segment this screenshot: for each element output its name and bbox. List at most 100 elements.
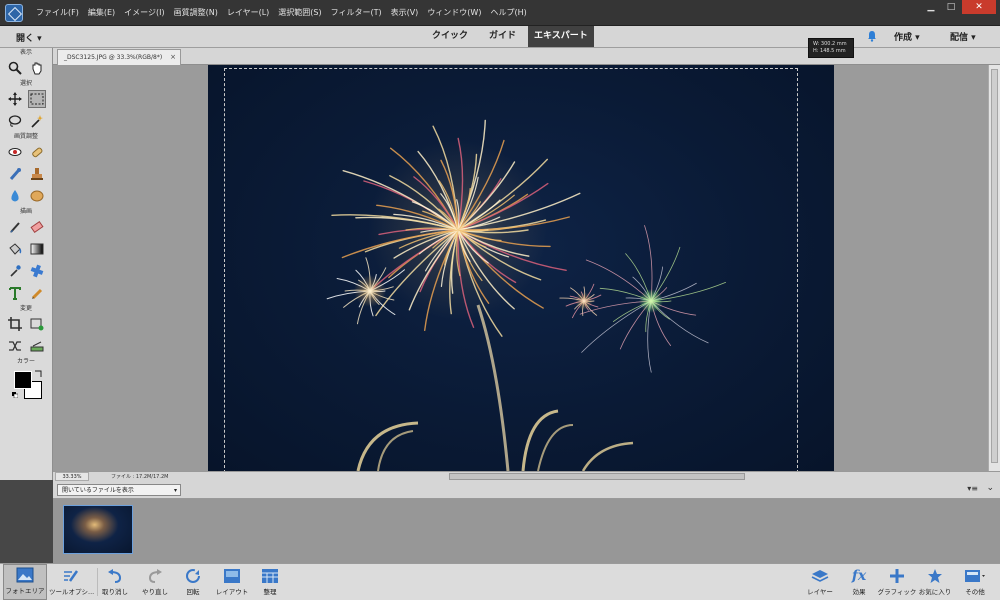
section-color: カラー [16, 358, 35, 365]
open-button[interactable]: 開く ▾ [16, 31, 42, 44]
horizontal-scrollbar-thumb[interactable] [449, 473, 745, 480]
photo-area-icon [16, 567, 34, 583]
fireworks-photo[interactable] [208, 65, 834, 471]
straighten-tool-icon[interactable] [28, 337, 46, 355]
chevron-down-icon: ▾ [971, 33, 976, 43]
more-panels-icon [965, 570, 985, 582]
organizer-button[interactable]: 整理 [248, 566, 292, 596]
menu-layer[interactable]: レイヤー(L) [227, 7, 269, 18]
brush-tool-icon[interactable] [6, 218, 24, 236]
zoom-tool-icon[interactable] [6, 59, 24, 77]
clone-stamp-icon[interactable] [28, 165, 46, 183]
scrollbar-thumb[interactable] [991, 69, 998, 463]
menu-view[interactable]: 表示(V) [391, 7, 419, 18]
crop-tool-icon[interactable] [6, 315, 24, 333]
app-logo-icon[interactable] [5, 4, 23, 22]
blur-tool-icon[interactable] [6, 187, 24, 205]
organizer-label: 整理 [263, 588, 277, 596]
eraser-tool-icon[interactable] [28, 218, 46, 236]
undo-label: 取り消し [102, 588, 128, 596]
menu-enhance[interactable]: 画質調整(N) [174, 7, 218, 18]
dimension-tooltip: W: 300.2 mm H: 148.5 mm [808, 38, 854, 58]
foreground-color-swatch[interactable] [14, 371, 32, 389]
chevron-down-icon: ▾ [37, 34, 42, 44]
more-button[interactable]: その他 [953, 566, 997, 596]
undo-button[interactable]: 取り消し [93, 566, 137, 596]
layers-icon [811, 570, 829, 582]
gradient-tool-icon[interactable] [28, 240, 46, 258]
recompose-tool-icon[interactable] [28, 315, 46, 333]
red-eye-tool-icon[interactable] [6, 143, 24, 161]
menu-select[interactable]: 選択範囲(S) [278, 7, 321, 18]
minimize-button[interactable]: ▁ [922, 0, 940, 14]
tab-expert[interactable]: エキスパート [528, 26, 594, 47]
bin-menu-icon[interactable]: ▾≡ [967, 484, 978, 493]
smart-brush-icon[interactable] [6, 165, 24, 183]
zoom-field[interactable]: 33.33% [55, 472, 89, 481]
photo-area-button[interactable]: フォトエリア [3, 564, 47, 600]
collapse-bin-icon[interactable]: ⌄ [986, 483, 994, 493]
tab-quick[interactable]: クイック [426, 26, 474, 47]
menu-filter[interactable]: フィルター(T) [331, 7, 382, 18]
swap-colors-icon[interactable] [34, 370, 42, 378]
menu-window[interactable]: ウィンドウ(W) [427, 7, 481, 18]
height-readout: H: 148.5 mm [813, 48, 846, 54]
project-bin-bar: 開いているファイルを表示 ▾ ▾≡ ⌄ [53, 481, 1000, 499]
title-bar: ファイル(F) 編集(E) イメージ(I) 画質調整(N) レイヤー(L) 選択… [0, 0, 1000, 26]
vertical-scrollbar[interactable] [988, 65, 1000, 471]
menu-image[interactable]: イメージ(I) [124, 7, 164, 18]
close-window-button[interactable]: ✕ [962, 0, 996, 14]
section-select: 選択 [19, 80, 32, 87]
layers-button[interactable]: レイヤー [798, 566, 842, 596]
organizer-icon [262, 569, 278, 583]
toolbox: 表示 選択 画質調整 描画 変更 カラー [0, 48, 53, 480]
width-readout: W: 300.2 mm [813, 41, 847, 47]
custom-shape-icon[interactable] [28, 262, 46, 280]
chevron-down-icon: ▾ [173, 487, 177, 494]
type-tool-icon[interactable] [6, 284, 24, 302]
hand-tool-icon[interactable] [28, 59, 46, 77]
favorites-button[interactable]: お気に入り [913, 566, 957, 596]
paint-bucket-icon[interactable] [6, 240, 24, 258]
plus-icon [890, 569, 904, 583]
menu-file[interactable]: ファイル(F) [36, 7, 79, 18]
pencil-tool-icon[interactable] [28, 284, 46, 302]
redo-icon [148, 569, 162, 583]
menu-help[interactable]: ヘルプ(H) [490, 7, 526, 18]
document-tab[interactable]: _DSC3125.JPG @ 33.3%(RGB/8*) × [57, 49, 182, 65]
tool-options-label: ツールオプシ... [49, 588, 95, 596]
photo-thumbnail[interactable] [63, 505, 133, 554]
lasso-tool-icon[interactable] [6, 112, 24, 130]
menu-edit[interactable]: 編集(E) [88, 7, 115, 18]
status-bar: 33.33% ファイル : 17.2M/17.2M [53, 471, 1000, 481]
canvas-area[interactable] [53, 65, 988, 471]
tool-options-button[interactable]: ツールオプシ... [49, 566, 95, 596]
section-view: 表示 [19, 49, 32, 56]
rectangular-marquee-icon[interactable] [28, 90, 46, 108]
magic-wand-icon[interactable] [28, 112, 46, 130]
create-label: 作成 [894, 33, 913, 43]
maximize-button[interactable]: □ [942, 0, 960, 14]
default-colors-icon[interactable] [12, 392, 18, 398]
eyedropper-icon[interactable] [6, 262, 24, 280]
rotate-icon [186, 569, 200, 583]
bin-source-select[interactable]: 開いているファイルを表示 ▾ [57, 484, 181, 496]
move-tool-icon[interactable] [6, 90, 24, 108]
menu-bar: ファイル(F) 編集(E) イメージ(I) 画質調整(N) レイヤー(L) 選択… [36, 7, 536, 18]
tab-guided[interactable]: ガイド [483, 26, 522, 47]
sponge-tool-icon[interactable] [28, 187, 46, 205]
spot-healing-icon[interactable] [28, 143, 46, 161]
bin-source-value: 開いているファイルを表示 [62, 487, 134, 494]
tool-options-icon [64, 570, 79, 582]
bell-icon[interactable] [866, 30, 878, 42]
close-document-icon[interactable]: × [170, 53, 176, 61]
content-aware-move-icon[interactable] [6, 337, 24, 355]
create-button[interactable]: 作成 ▾ [894, 30, 920, 43]
window-controls: ▁ □ ✕ [920, 0, 996, 14]
document-title: _DSC3125.JPG @ 33.3%(RGB/8*) [64, 54, 163, 61]
favorites-label: お気に入り [918, 588, 952, 596]
color-swatches [0, 368, 52, 402]
more-label: その他 [965, 588, 985, 596]
rotate-button[interactable]: 回転 [171, 566, 215, 596]
share-button[interactable]: 配信 ▾ [950, 30, 976, 43]
